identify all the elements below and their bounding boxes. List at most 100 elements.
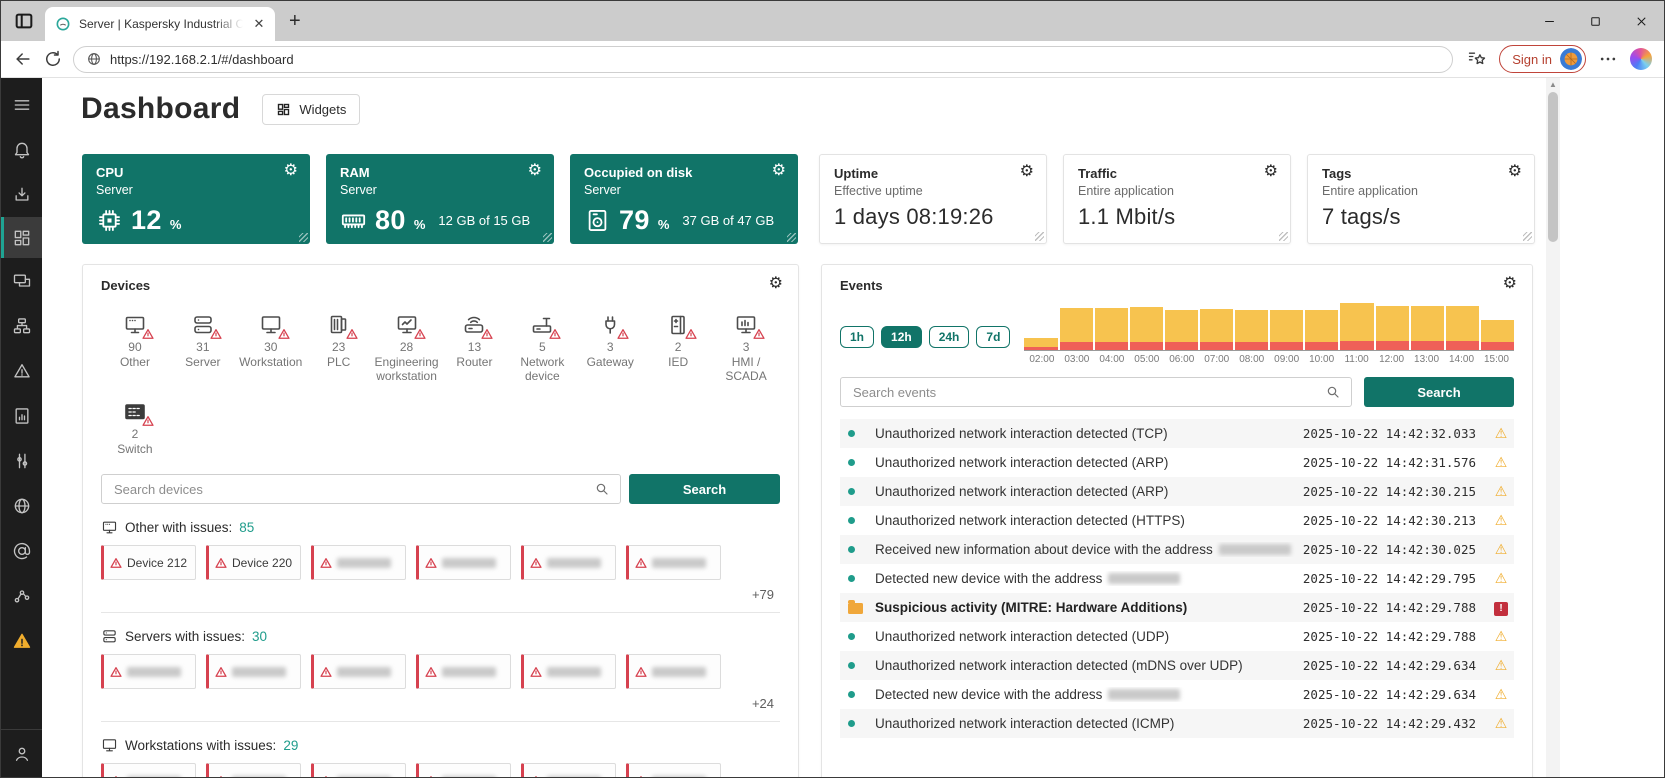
device-chip[interactable] <box>521 545 616 580</box>
event-row[interactable]: Unauthorized network interaction detecte… <box>840 651 1514 680</box>
browser-tab[interactable]: Server | Kaspersky Industrial Cybe ✕ <box>45 7 275 41</box>
events-search-input[interactable] <box>851 384 1325 401</box>
range-button-7d[interactable]: 7d <box>976 326 1010 348</box>
events-search-button[interactable]: Search <box>1364 377 1514 407</box>
chart-bar-08:00[interactable] <box>1235 310 1268 350</box>
device-type-switch[interactable]: 2 Switch <box>101 400 169 456</box>
event-row[interactable]: Unauthorized network interaction detecte… <box>840 477 1514 506</box>
device-type-network-device[interactable]: 5 Network device <box>508 313 576 384</box>
device-chip[interactable] <box>416 763 511 777</box>
event-row[interactable]: Unauthorized network interaction detecte… <box>840 448 1514 477</box>
issue-group-count[interactable]: 85 <box>239 520 254 535</box>
sidebar-item-dashboard[interactable] <box>1 217 42 258</box>
minimize-icon[interactable] <box>1526 1 1572 41</box>
chart-bar-09:00[interactable] <box>1270 310 1303 350</box>
device-type-hmi-scada[interactable]: 3 HMI / SCADA <box>712 313 780 384</box>
more-devices-link[interactable]: +79 <box>101 587 780 602</box>
issue-group-count[interactable]: 30 <box>252 629 267 644</box>
devices-search-input[interactable] <box>112 481 594 498</box>
chart-bar-07:00[interactable] <box>1200 309 1233 350</box>
sidebar-item-risks[interactable] <box>1 348 42 393</box>
device-chip[interactable] <box>626 654 721 689</box>
copilot-icon[interactable] <box>1630 48 1652 70</box>
device-type-router[interactable]: 13 Router <box>441 313 509 384</box>
address-bar[interactable]: https://192.168.2.1/#/dashboard <box>73 46 1453 73</box>
card-settings-gear-icon[interactable]: ⚙ <box>772 163 786 179</box>
device-chip[interactable] <box>101 654 196 689</box>
device-type-ied[interactable]: 2 IED <box>644 313 712 384</box>
device-type-engineering-workstation[interactable]: 28 Engineering workstation <box>373 313 441 384</box>
maximize-icon[interactable] <box>1572 1 1618 41</box>
device-chip[interactable]: Device 220 <box>206 545 301 580</box>
device-chip[interactable] <box>311 545 406 580</box>
chart-bar-13:00[interactable] <box>1411 306 1444 350</box>
device-chip[interactable] <box>416 545 511 580</box>
favorites-icon[interactable] <box>1467 49 1487 69</box>
card-settings-gear-icon[interactable]: ⚙ <box>1508 164 1522 180</box>
event-row[interactable]: Unauthorized network interaction detecte… <box>840 506 1514 535</box>
range-button-1h[interactable]: 1h <box>840 326 874 348</box>
event-row[interactable]: Suspicious activity (MITRE: Hardware Add… <box>840 593 1514 622</box>
chart-bar-15:00[interactable] <box>1481 320 1514 350</box>
chart-bar-14:00[interactable] <box>1446 306 1479 350</box>
device-chip[interactable]: Device 212 <box>101 545 196 580</box>
device-chip[interactable] <box>626 545 721 580</box>
card-settings-gear-icon[interactable]: ⚙ <box>1264 164 1278 180</box>
back-icon[interactable] <box>13 49 33 69</box>
event-row[interactable]: Unauthorized network interaction detecte… <box>840 622 1514 651</box>
sidebar-item-addresses[interactable] <box>1 528 42 573</box>
device-chip[interactable] <box>521 654 616 689</box>
device-type-gateway[interactable]: 3 Gateway <box>576 313 644 384</box>
scrollbar-thumb[interactable] <box>1548 92 1558 242</box>
sidebar-item-menu[interactable] <box>1 82 42 127</box>
events-settings-gear-icon[interactable]: ⚙ <box>1503 276 1517 292</box>
chart-bar-06:00[interactable] <box>1165 310 1198 350</box>
event-row[interactable]: Detected new device with the address 202… <box>840 564 1514 593</box>
chart-bar-11:00[interactable] <box>1340 303 1373 350</box>
devices-settings-gear-icon[interactable]: ⚙ <box>769 276 783 292</box>
device-chip[interactable] <box>101 763 196 777</box>
sidebar-item-event-types[interactable] <box>1 438 42 483</box>
device-chip[interactable] <box>416 654 511 689</box>
devices-search-button[interactable]: Search <box>629 474 780 504</box>
range-button-12h[interactable]: 12h <box>881 326 922 348</box>
device-chip[interactable] <box>311 654 406 689</box>
device-type-plc[interactable]: 23 PLC <box>305 313 373 384</box>
sidebar-item-updates[interactable] <box>1 172 42 217</box>
sidebar-item-network-control[interactable] <box>1 483 42 528</box>
chart-bar-04:00[interactable] <box>1095 308 1128 350</box>
device-chip[interactable] <box>311 763 406 777</box>
page-scrollbar[interactable]: ▲ <box>1546 78 1560 777</box>
card-settings-gear-icon[interactable]: ⚙ <box>528 163 542 179</box>
sidebar-item-warnings[interactable] <box>1 618 42 663</box>
tab-workspaces-icon[interactable] <box>13 10 35 32</box>
device-type-other[interactable]: 90 Other <box>101 313 169 384</box>
device-type-workstation[interactable]: 30 Workstation <box>237 313 305 384</box>
sidebar-item-reports[interactable] <box>1 393 42 438</box>
card-settings-gear-icon[interactable]: ⚙ <box>284 163 298 179</box>
issue-group-count[interactable]: 29 <box>283 738 298 753</box>
event-row[interactable]: Detected new device with the address 202… <box>840 680 1514 709</box>
chart-bar-05:00[interactable] <box>1130 307 1163 350</box>
refresh-icon[interactable] <box>43 49 63 69</box>
event-row[interactable]: Unauthorized network interaction detecte… <box>840 709 1514 738</box>
sign-in-button[interactable]: Sign in <box>1499 45 1586 73</box>
sidebar-item-network-map[interactable] <box>1 303 42 348</box>
chart-bar-02:00[interactable] <box>1024 338 1057 350</box>
widgets-button[interactable]: Widgets <box>262 94 360 125</box>
more-menu-icon[interactable] <box>1598 49 1618 69</box>
device-chip[interactable] <box>626 763 721 777</box>
devices-search-field[interactable] <box>101 474 621 504</box>
more-devices-link[interactable]: +24 <box>101 696 780 711</box>
tab-close-icon[interactable]: ✕ <box>251 16 267 32</box>
chart-bar-10:00[interactable] <box>1305 310 1338 350</box>
chart-bar-03:00[interactable] <box>1060 308 1093 350</box>
device-chip[interactable] <box>206 654 301 689</box>
sidebar-item-account[interactable] <box>1 729 42 777</box>
sidebar-item-notifications[interactable] <box>1 127 42 172</box>
device-chip[interactable] <box>521 763 616 777</box>
device-type-server[interactable]: 31 Server <box>169 313 237 384</box>
sidebar-item-connections[interactable] <box>1 573 42 618</box>
event-row[interactable]: Received new information about device wi… <box>840 535 1514 564</box>
close-window-icon[interactable] <box>1618 1 1664 41</box>
